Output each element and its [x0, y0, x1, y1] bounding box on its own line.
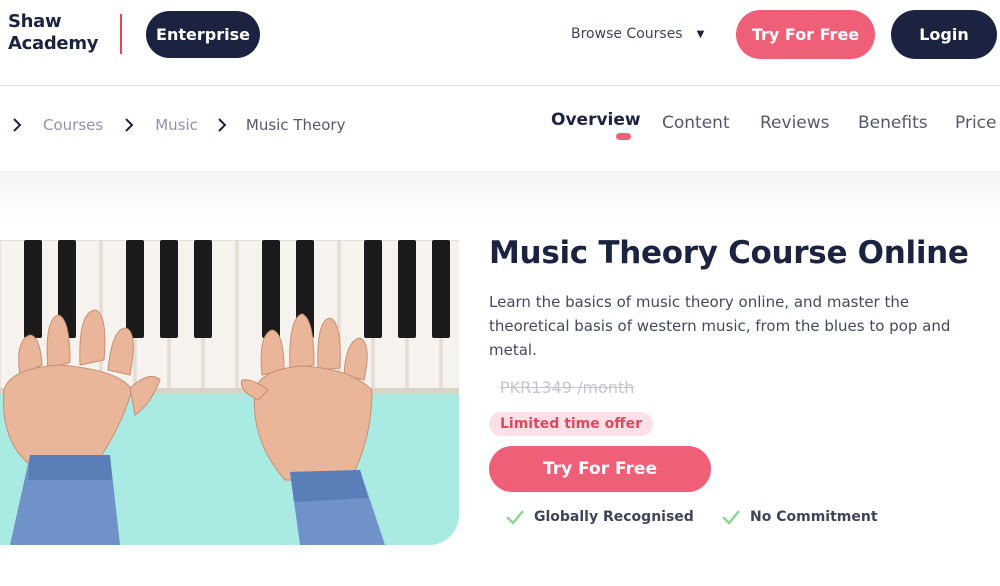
logo-line2: Academy	[8, 33, 99, 54]
browse-courses-dropdown[interactable]: Browse Courses ▼	[571, 24, 704, 44]
shaw-academy-logo[interactable]: Shaw Academy	[8, 11, 99, 55]
logo-divider	[120, 14, 122, 54]
tab-benefits[interactable]: Benefits	[858, 113, 928, 133]
login-button[interactable]: Login	[891, 10, 997, 59]
section-tabs: Overview Content Reviews Benefits Price	[0, 107, 1000, 147]
check-icon	[506, 510, 524, 525]
caret-down-icon: ▼	[696, 28, 705, 40]
course-subnav: Courses Music Music Theory Overview Cont…	[0, 87, 1000, 171]
logo-line1: Shaw	[8, 11, 62, 32]
tab-overview[interactable]: Overview	[551, 110, 641, 130]
original-price: PKR1349 /month	[500, 378, 635, 397]
tab-content[interactable]: Content	[662, 113, 730, 133]
check-icon	[722, 510, 740, 525]
feature-label: Globally Recognised	[534, 509, 694, 525]
course-title: Music Theory Course Online	[489, 235, 969, 271]
site-header: Shaw Academy Enterprise Browse Courses ▼…	[0, 0, 1000, 86]
tab-price[interactable]: Price	[955, 113, 996, 133]
active-tab-indicator	[616, 133, 631, 140]
try-for-free-header-button[interactable]: Try For Free	[736, 10, 875, 59]
section-divider-band	[0, 171, 1000, 221]
feature-label: No Commitment	[750, 509, 878, 525]
tab-reviews[interactable]: Reviews	[760, 113, 830, 133]
course-description: Learn the basics of music theory online,…	[489, 293, 951, 359]
try-for-free-button[interactable]: Try For Free	[489, 446, 711, 492]
limited-offer-badge: Limited time offer	[489, 412, 653, 436]
feature-no-commitment: No Commitment	[721, 506, 878, 528]
enterprise-button[interactable]: Enterprise	[146, 11, 260, 58]
piano-hands-image	[0, 240, 459, 545]
browse-courses-label: Browse Courses	[571, 26, 683, 42]
feature-globally-recognised: Globally Recognised	[505, 506, 694, 528]
